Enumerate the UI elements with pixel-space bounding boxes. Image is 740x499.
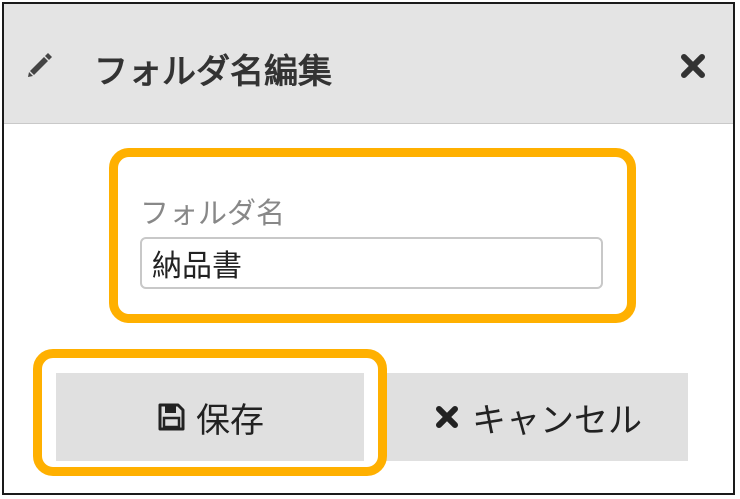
x-icon: [436, 406, 458, 428]
pencil-icon: [28, 53, 52, 77]
folder-name-highlight: [109, 148, 636, 323]
dialog-title: フォルダ名編集: [94, 52, 332, 92]
dialog-header: フォルダ名編集: [4, 4, 733, 124]
cancel-button[interactable]: キャンセル: [386, 373, 688, 461]
cancel-button-label: キャンセル: [472, 400, 642, 441]
close-icon[interactable]: [680, 53, 706, 79]
save-button-highlight: [33, 349, 387, 476]
